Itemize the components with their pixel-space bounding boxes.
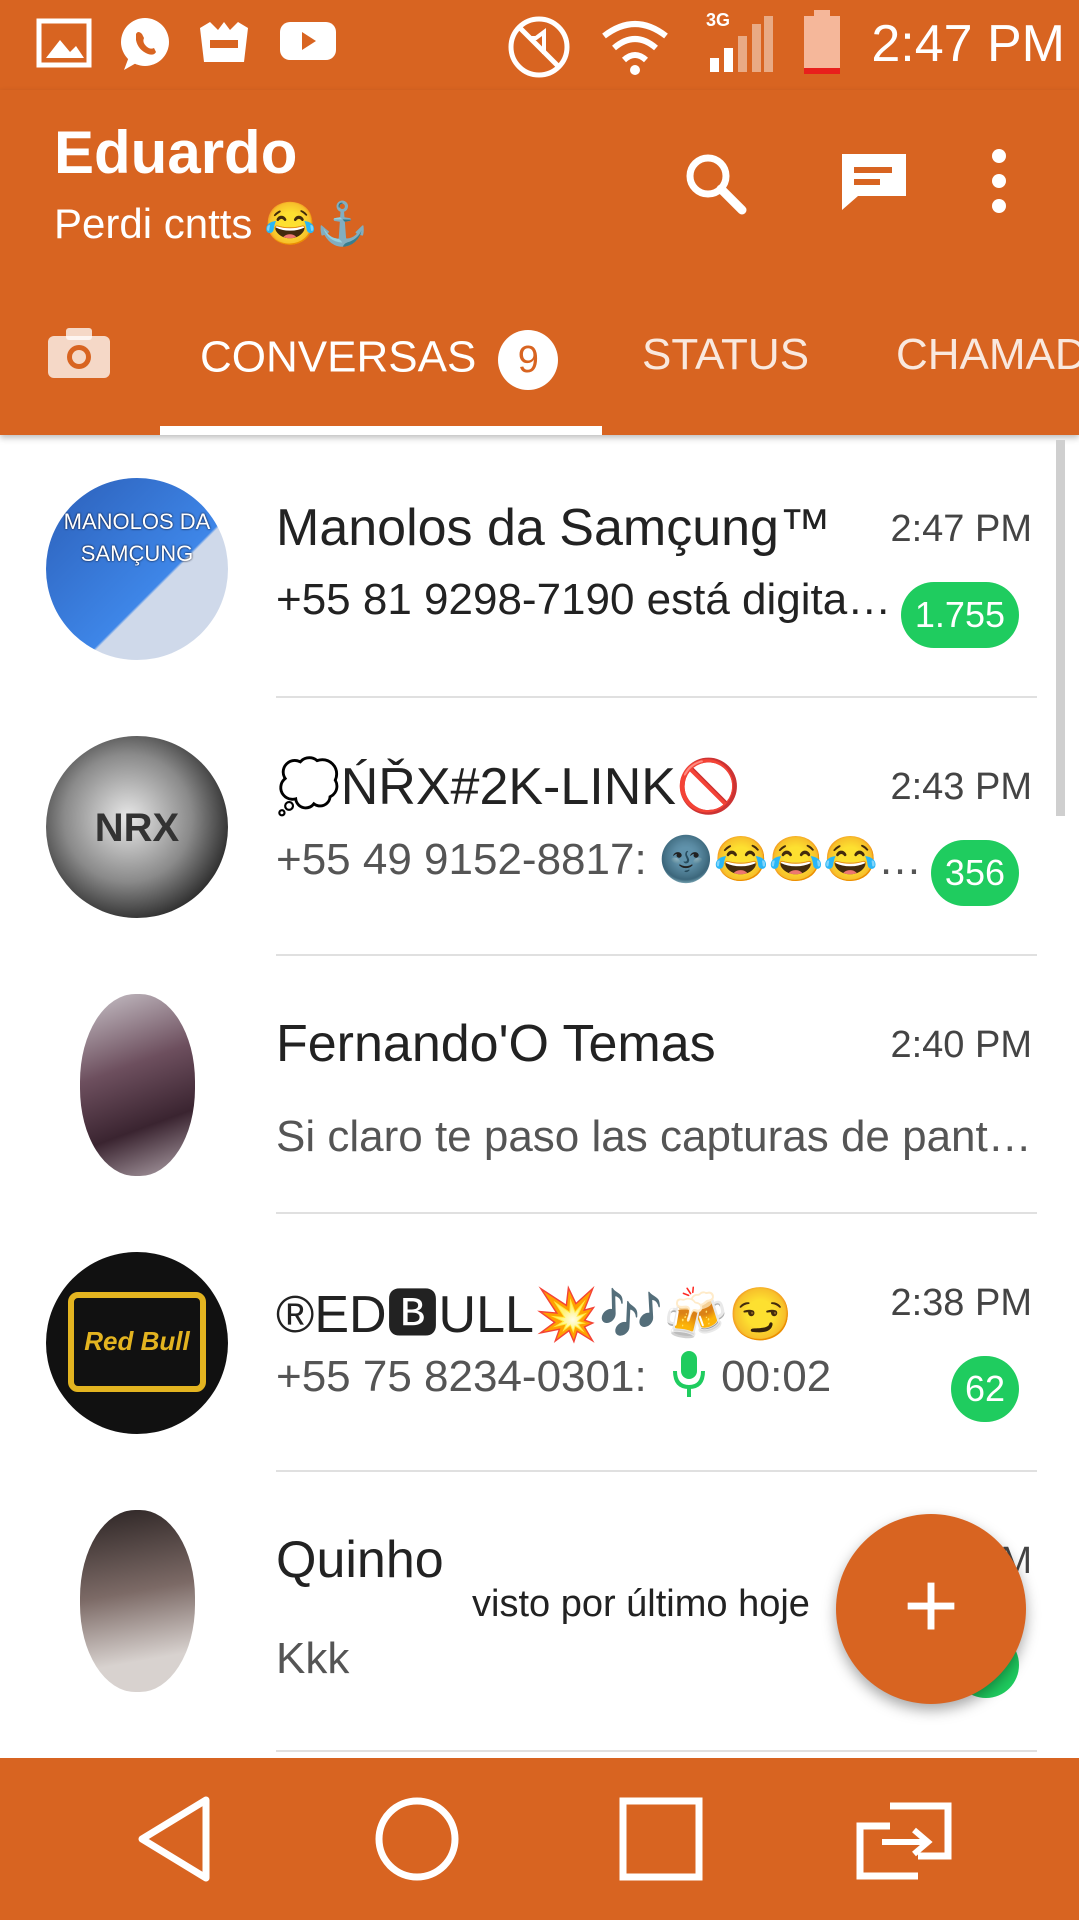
new-conversation-button[interactable]: + bbox=[836, 1514, 1026, 1704]
chat-time: 2:40 PM bbox=[890, 1024, 1032, 1066]
divider bbox=[276, 1750, 1037, 1752]
profile-name[interactable]: Eduardo bbox=[54, 118, 297, 187]
new-chat-icon[interactable] bbox=[836, 150, 912, 212]
whatsapp-icon bbox=[121, 18, 169, 70]
avatar[interactable]: Red Bull bbox=[46, 1252, 228, 1434]
tab-indicator bbox=[160, 426, 602, 435]
battery-icon bbox=[804, 10, 840, 74]
chat-time: 2:38 PM bbox=[890, 1282, 1032, 1324]
chat-preview: +55 75 8234-0301: 00:02 bbox=[276, 1349, 831, 1402]
unread-badge: 62 bbox=[950, 1356, 1019, 1422]
clock: 2:47 PM bbox=[871, 15, 1065, 73]
profile-status[interactable]: Perdi cntts 😂⚓ bbox=[54, 200, 369, 249]
chat-name: Manolos da Samçung™ bbox=[276, 499, 831, 557]
signal-icon bbox=[710, 16, 773, 72]
chat-preview: +55 81 9298-7190 está digita… bbox=[276, 575, 892, 624]
chat-row[interactable]: Fernando'O Temas 2:40 PM Si claro te pas… bbox=[0, 956, 1079, 1214]
avatar[interactable]: MANOLOS DA SAMÇUNG bbox=[46, 478, 228, 660]
mute-icon bbox=[508, 16, 570, 78]
chat-name: 💭ŃŘX#2K-LINK🚫 bbox=[276, 758, 741, 816]
wifi-icon bbox=[602, 21, 668, 75]
tab-status[interactable]: STATUS bbox=[642, 330, 809, 380]
status-bar: 3G 2:47 PM bbox=[0, 0, 1079, 90]
more-options-icon[interactable] bbox=[985, 146, 1013, 216]
last-seen-toast: visto por último hoje bbox=[466, 1583, 816, 1626]
camera-icon[interactable] bbox=[46, 326, 112, 380]
avatar[interactable] bbox=[80, 1510, 195, 1692]
chat-name: Fernando'O Temas bbox=[276, 1015, 716, 1073]
avatar-text: Red Bull bbox=[84, 1326, 190, 1356]
search-icon[interactable] bbox=[680, 148, 750, 218]
chat-time: 2:43 PM bbox=[890, 766, 1032, 808]
microphone-icon bbox=[672, 1351, 705, 1397]
avatar[interactable]: NRX bbox=[46, 736, 228, 918]
avatar[interactable] bbox=[80, 994, 195, 1176]
avatar-text: MANOLOS DA SAMÇUNG bbox=[63, 509, 211, 566]
gallery-icon bbox=[36, 18, 92, 68]
dual-window-icon[interactable] bbox=[852, 1798, 956, 1884]
navigation-bar bbox=[0, 1758, 1079, 1920]
home-icon[interactable] bbox=[372, 1794, 462, 1884]
chat-preview: Kkk bbox=[276, 1634, 350, 1683]
unread-badge: 356 bbox=[930, 840, 1019, 906]
tab-chamadas[interactable]: CHAMAD bbox=[896, 330, 1079, 380]
chat-row[interactable]: NRX 💭ŃŘX#2K-LINK🚫 2:43 PM +55 49 9152-88… bbox=[0, 698, 1079, 956]
app-bar: Eduardo Perdi cntts 😂⚓ CONVERSAS 9 STATUS… bbox=[0, 90, 1079, 435]
tab-conversas[interactable]: CONVERSAS 9 bbox=[200, 330, 559, 390]
avatar-text: NRX bbox=[94, 806, 180, 850]
chat-preview-sender: +55 75 8234-0301: bbox=[276, 1352, 647, 1401]
chat-name: Quinho bbox=[276, 1531, 444, 1589]
chat-time: 2:47 PM bbox=[890, 508, 1032, 550]
unread-badge: 1.755 bbox=[900, 582, 1019, 648]
back-icon[interactable] bbox=[134, 1794, 214, 1884]
youtube-icon bbox=[280, 22, 336, 60]
unread-count-badge: 9 bbox=[498, 330, 559, 390]
recents-icon[interactable] bbox=[618, 1796, 704, 1882]
chat-preview: Si claro te paso las capturas de pant… bbox=[276, 1112, 1032, 1161]
chat-row[interactable]: MANOLOS DA SAMÇUNG Manolos da Samçung™ 2… bbox=[0, 440, 1079, 698]
game-icon bbox=[200, 22, 248, 62]
tab-conversas-label: CONVERSAS bbox=[200, 332, 477, 382]
chat-name: ®ED🅱ULL💥🎶🍻😏 bbox=[276, 1286, 793, 1344]
chat-row[interactable]: Red Bull ®ED🅱ULL💥🎶🍻😏 2:38 PM +55 75 8234… bbox=[0, 1214, 1079, 1472]
voice-duration: 00:02 bbox=[721, 1352, 832, 1401]
chat-preview: +55 49 9152-8817: 🌚😂😂😂… bbox=[276, 835, 923, 884]
